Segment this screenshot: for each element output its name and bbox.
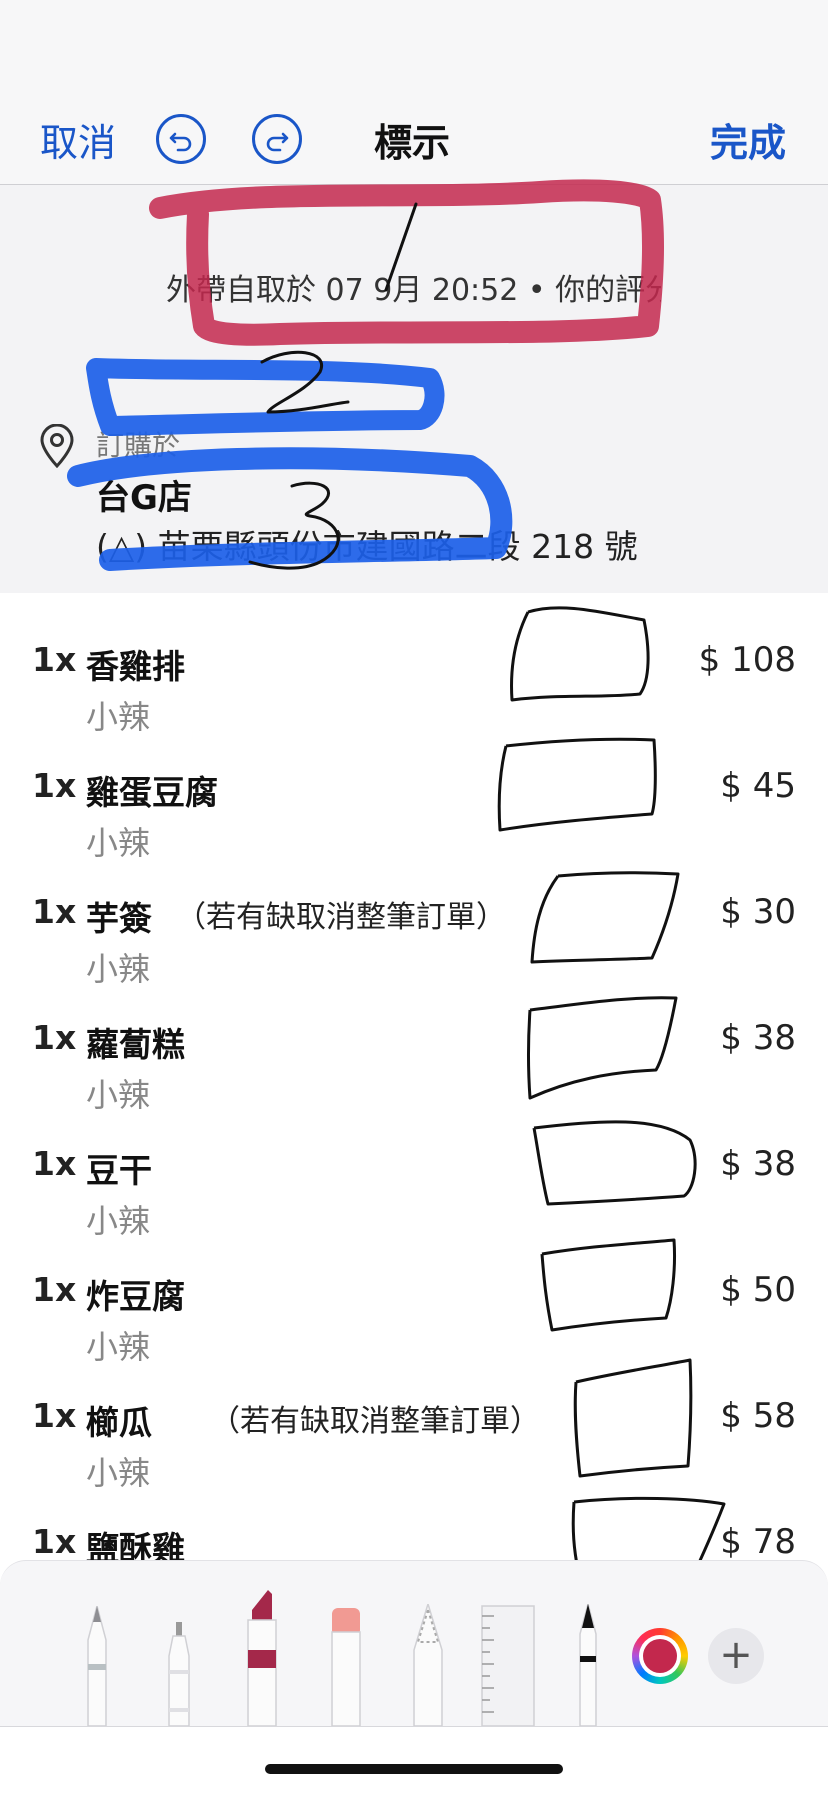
list-item: 1x 炸豆腐 小辣 $ 50	[0, 1246, 828, 1372]
item-name: 芋簽	[86, 899, 152, 938]
item-quantity: 1x	[32, 1522, 77, 1561]
item-price: $ 78	[720, 1522, 796, 1562]
pencil-tool-icon[interactable]	[408, 1601, 448, 1730]
list-item: 1x 雞蛋豆腐 小辣 $ 45	[0, 742, 828, 868]
item-price: $ 38	[720, 1018, 796, 1058]
color-picker-button[interactable]	[632, 1628, 688, 1684]
list-item: 1x 蘿蔔糕 小辣 $ 38	[0, 994, 828, 1120]
undo-icon[interactable]	[156, 114, 206, 164]
item-quantity: 1x	[32, 1396, 77, 1435]
item-name: 櫛瓜	[86, 1403, 152, 1442]
item-price: $ 108	[698, 640, 796, 680]
item-quantity: 1x	[32, 766, 77, 805]
item-quantity: 1x	[32, 892, 77, 931]
item-quantity: 1x	[32, 1018, 77, 1057]
store-address: (△) 苗栗縣頭份市建國路二段 218 號	[96, 527, 638, 566]
item-spice-level: 小辣	[86, 1202, 151, 1240]
pen-tool-icon[interactable]	[78, 1603, 116, 1730]
item-quantity: 1x	[32, 640, 77, 679]
list-item: 1x 芋簽 （若有缺取消整筆訂單） 小辣 $ 30	[0, 868, 828, 994]
store-name: 台G店	[96, 478, 192, 518]
markup-nav-bar: 取消 標示 完成	[0, 0, 828, 185]
item-spice-level: 小辣	[86, 824, 151, 862]
item-price: $ 45	[720, 766, 796, 806]
eraser-tool-icon[interactable]	[326, 1606, 366, 1730]
item-name: 蘿蔔糕	[86, 1025, 185, 1064]
redo-icon[interactable]	[252, 114, 302, 164]
item-price: $ 58	[720, 1396, 796, 1436]
order-meta: 外帶自取於 07 9月 20:52 • 你的評分	[166, 273, 661, 308]
item-quantity: 1x	[32, 1144, 77, 1183]
item-name: 雞蛋豆腐	[86, 773, 218, 812]
item-price: $ 50	[720, 1270, 796, 1310]
page-title: 標示	[374, 121, 451, 165]
item-quantity: 1x	[32, 1270, 77, 1309]
selected-color-swatch	[643, 1639, 677, 1673]
item-note: （若有缺取消整筆訂單）	[210, 1404, 540, 1439]
monoline-tool-icon[interactable]	[160, 1622, 198, 1730]
item-price: $ 30	[720, 892, 796, 932]
purchased-at-label: 訂購於	[96, 429, 181, 462]
item-spice-level: 小辣	[86, 1454, 151, 1492]
list-item: 1x 豆干 小辣 $ 38	[0, 1120, 828, 1246]
item-note: （若有缺取消整筆訂單）	[176, 900, 506, 935]
add-tool-button[interactable]: +	[708, 1628, 764, 1684]
cancel-button[interactable]: 取消	[40, 112, 116, 167]
ruler-tool-icon[interactable]	[480, 1604, 536, 1730]
item-spice-level: 小辣	[86, 950, 151, 988]
list-item: 1x 香雞排 小辣 $ 108	[0, 616, 828, 742]
item-spice-level: 小辣	[86, 698, 151, 736]
item-price: $ 38	[720, 1144, 796, 1184]
done-button[interactable]: 完成	[710, 112, 786, 167]
home-area	[0, 1726, 828, 1793]
item-name: 豆干	[86, 1151, 152, 1190]
item-spice-level: 小辣	[86, 1328, 151, 1366]
fountain-pen-tool-icon[interactable]	[570, 1601, 606, 1730]
item-name: 香雞排	[86, 647, 185, 686]
item-spice-level: 小辣	[86, 1076, 151, 1114]
location-pin-icon	[38, 423, 76, 472]
item-name: 炸豆腐	[86, 1277, 185, 1316]
home-indicator[interactable]	[265, 1764, 563, 1774]
list-item: 1x 櫛瓜 （若有缺取消整筆訂單） 小辣 $ 58	[0, 1372, 828, 1498]
marker-tool-icon[interactable]	[242, 1586, 282, 1730]
